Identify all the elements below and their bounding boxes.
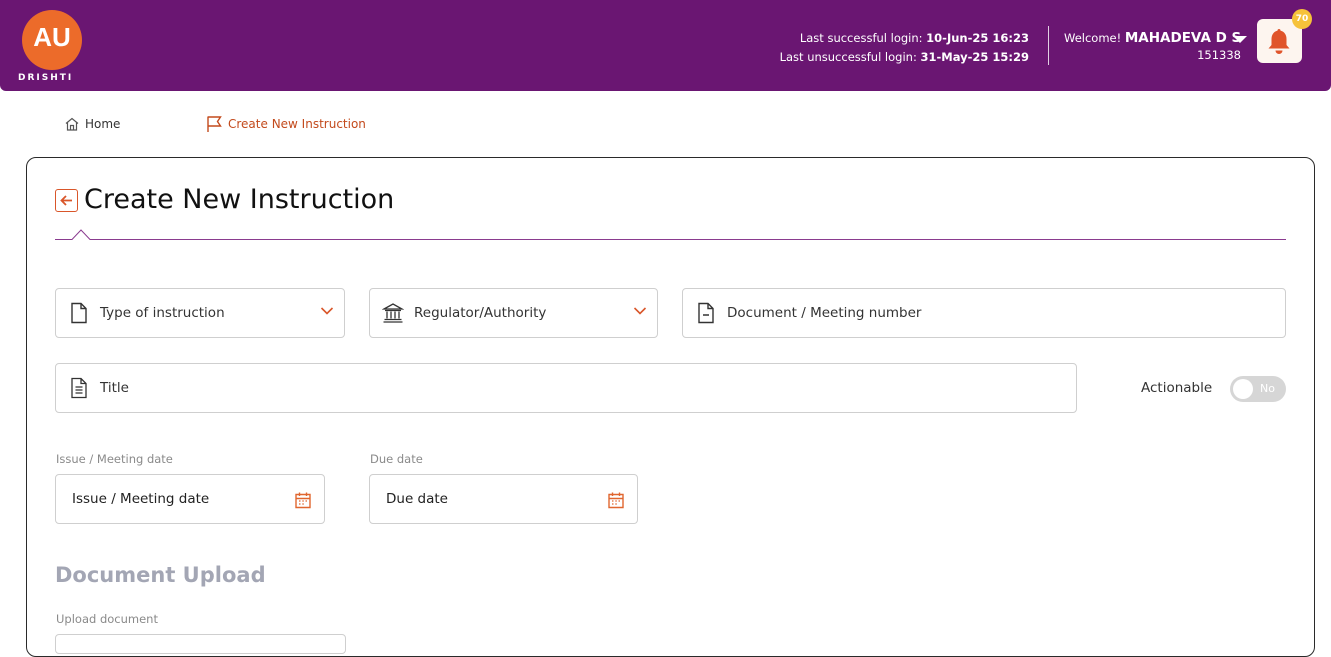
last-success-value: 10-Jun-25 16:23: [926, 31, 1029, 45]
brand-logo[interactable]: AU: [22, 10, 82, 70]
document-number-label: Document / Meeting number: [727, 305, 922, 321]
last-fail-label: Last unsuccessful login:: [779, 50, 917, 64]
chevron-down-icon: [320, 307, 334, 315]
logo-subtitle: DRISHTI: [18, 73, 74, 83]
last-fail-value: 31-May-25 15:29: [920, 50, 1029, 64]
breadcrumb-current-label: Create New Instruction: [228, 117, 366, 131]
document-upload-heading: Document Upload: [55, 563, 266, 587]
calendar-icon: [295, 492, 311, 509]
flag-icon: [207, 116, 222, 132]
title-underline: [55, 229, 1286, 240]
upload-document-input[interactable]: [55, 634, 346, 654]
chevron-down-icon: [633, 307, 647, 315]
bank-icon: [382, 302, 404, 324]
issue-date-placeholder: Issue / Meeting date: [72, 491, 210, 507]
document-icon: [68, 302, 90, 324]
title-label: Title: [100, 380, 129, 396]
user-menu-caret-icon[interactable]: [1233, 36, 1247, 43]
issue-date-input[interactable]: Issue / Meeting date: [55, 474, 325, 524]
bell-icon: [1268, 29, 1290, 54]
top-bar: AU DRISHTI Last successful login: 10-Jun…: [0, 0, 1331, 91]
welcome-label: Welcome!: [1064, 31, 1122, 45]
welcome-text[interactable]: Welcome! MAHADEVA D S: [1064, 30, 1241, 46]
due-date-input[interactable]: Due date: [369, 474, 638, 524]
login-info: Last successful login: 10-Jun-25 16:23 L…: [780, 29, 1029, 67]
text-document-icon: [68, 377, 90, 399]
toggle-knob: [1233, 379, 1253, 399]
title-field[interactable]: Title: [55, 363, 1077, 413]
logo-text: AU: [33, 22, 71, 52]
calendar-icon: [608, 492, 624, 509]
breadcrumb-home[interactable]: Home: [64, 114, 120, 134]
back-arrow-icon: [60, 195, 72, 206]
upload-document-caption: Upload document: [56, 612, 158, 626]
document-minus-icon: [695, 302, 717, 324]
breadcrumb-home-label: Home: [85, 117, 121, 131]
due-date-caption: Due date: [370, 452, 423, 466]
regulator-authority-label: Regulator/Authority: [414, 305, 547, 321]
last-success-label: Last successful login:: [799, 31, 923, 45]
home-icon: [65, 117, 79, 131]
type-of-instruction-label: Type of instruction: [100, 305, 225, 321]
breadcrumb-current[interactable]: Create New Instruction: [206, 114, 366, 134]
actionable-label: Actionable: [1141, 380, 1213, 396]
toggle-value: No: [1260, 382, 1275, 395]
document-number-field[interactable]: Document / Meeting number: [682, 288, 1286, 338]
notification-count-badge: 70: [1292, 9, 1312, 29]
type-of-instruction-select[interactable]: Type of instruction: [55, 288, 345, 338]
header-divider: [1048, 26, 1049, 65]
actionable-toggle[interactable]: No: [1230, 376, 1286, 402]
due-date-placeholder: Due date: [386, 491, 448, 507]
user-id: 151338: [1197, 48, 1241, 62]
back-button[interactable]: [55, 189, 78, 212]
page-title: Create New Instruction: [84, 184, 395, 215]
user-name: MAHADEVA D S: [1124, 30, 1242, 46]
regulator-authority-select[interactable]: Regulator/Authority: [369, 288, 658, 338]
issue-date-caption: Issue / Meeting date: [56, 452, 173, 466]
